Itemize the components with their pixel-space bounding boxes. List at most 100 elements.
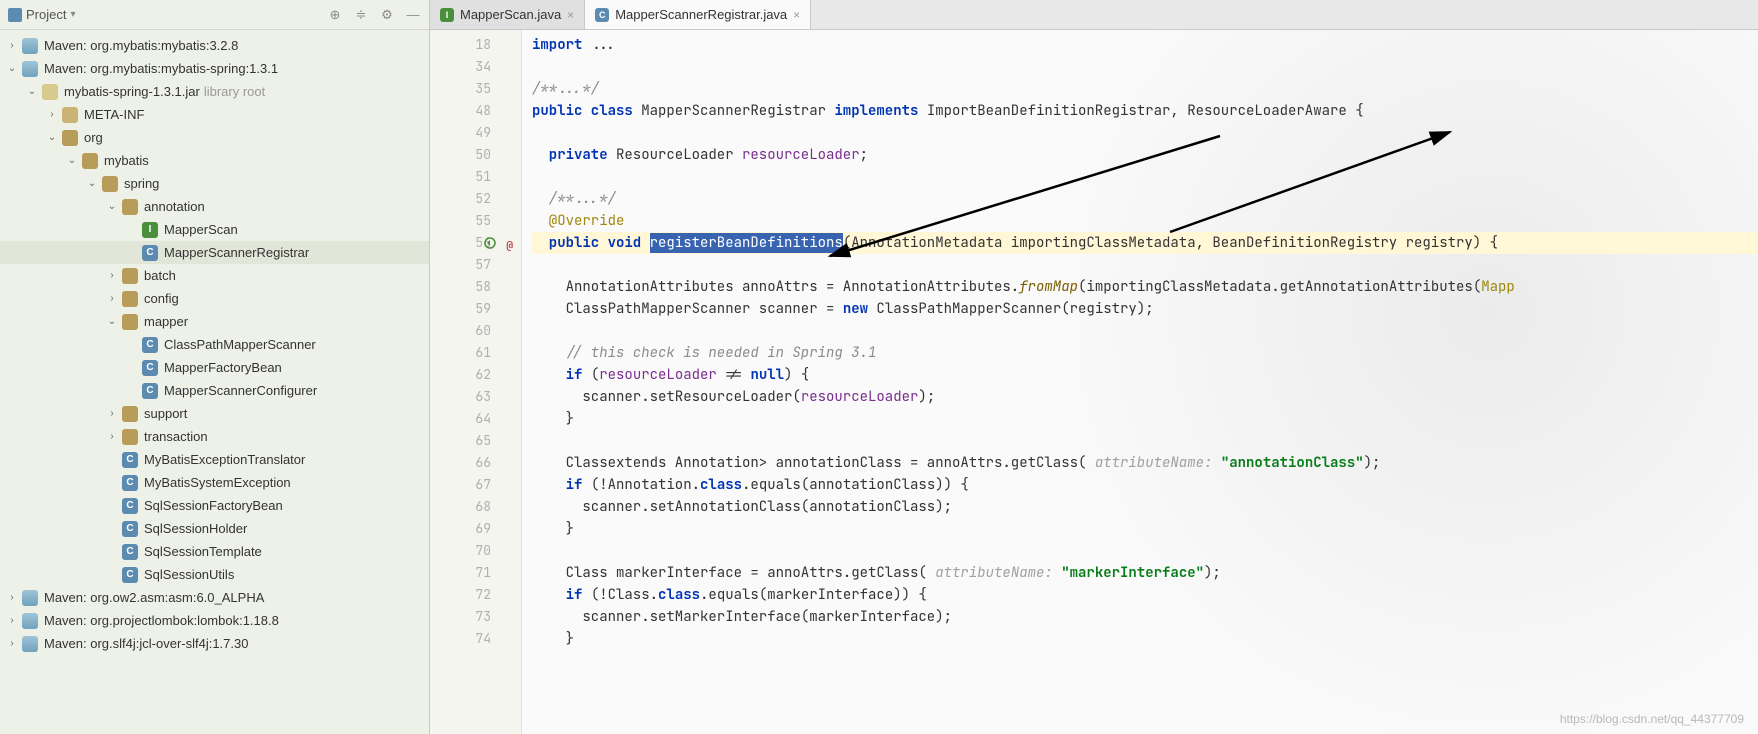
tree-node-maven-org-mybatis-mybatis-3-2-8[interactable]: ›Maven: org.mybatis:mybatis:3.2.8 <box>0 34 429 57</box>
expand-icon[interactable]: › <box>106 293 118 305</box>
tree-node-maven-org-projectlombok-lombok-1-18-8[interactable]: ›Maven: org.projectlombok:lombok:1.18.8 <box>0 609 429 632</box>
tree-label: Maven: org.slf4j:jcl-over-slf4j:1.7.30 <box>44 636 248 651</box>
expand-icon[interactable]: ⌄ <box>6 63 18 75</box>
pkg-icon <box>82 153 98 169</box>
code-line[interactable]: // this check is needed in Spring 3.1 <box>532 342 1758 364</box>
code-line[interactable]: if (!Class.class.equals(markerInterface)… <box>532 584 1758 606</box>
tree-node-mapperscan[interactable]: IMapperScan <box>0 218 429 241</box>
tree-node-maven-org-mybatis-mybatis-spring-1-3-1[interactable]: ⌄Maven: org.mybatis:mybatis-spring:1.3.1 <box>0 57 429 80</box>
code-line[interactable]: scanner.setMarkerInterface(markerInterfa… <box>532 606 1758 628</box>
tree-node-sqlsessiontemplate[interactable]: CSqlSessionTemplate <box>0 540 429 563</box>
tree-node-sqlsessionutils[interactable]: CSqlSessionUtils <box>0 563 429 586</box>
minimize-icon[interactable]: — <box>405 7 421 23</box>
tree-label: annotation <box>144 199 205 214</box>
code-line[interactable]: if (resourceLoader != null) { <box>532 364 1758 386</box>
implements-gutter-icon[interactable]: @ <box>499 235 513 249</box>
tree-node-maven-org-slf4j-jcl-over-slf4j-1-7-30[interactable]: › Maven: org.slf4j:jcl-over-slf4j:1.7.30 <box>0 632 429 655</box>
tree-node-annotation[interactable]: ⌄ annotation <box>0 195 429 218</box>
code-line[interactable]: scanner.setResourceLoader(resourceLoader… <box>532 386 1758 408</box>
tree-node-classpathmapperscanner[interactable]: CClassPathMapperScanner <box>0 333 429 356</box>
tree-node-mapperfactorybean[interactable]: CMapperFactoryBean <box>0 356 429 379</box>
expand-icon <box>106 569 118 581</box>
tree-node-spring[interactable]: ⌄spring <box>0 172 429 195</box>
code-line[interactable] <box>532 254 1758 276</box>
expand-icon <box>106 477 118 489</box>
jar-icon <box>42 84 58 100</box>
code-line[interactable]: /**...*/ <box>532 188 1758 210</box>
code-line[interactable]: if (!Annotation.class.equals(annotationC… <box>532 474 1758 496</box>
code-line[interactable]: /**...*/ <box>532 78 1758 100</box>
project-tree[interactable]: ›Maven: org.mybatis:mybatis:3.2.8⌄Maven:… <box>0 30 429 734</box>
project-sidebar: Project ▾ ⊕ ≑ ⚙ — ›Maven: org.mybatis:my… <box>0 0 430 734</box>
expand-icon[interactable]: ⌄ <box>106 201 118 213</box>
tree-node-org[interactable]: ⌄org <box>0 126 429 149</box>
override-gutter-icon[interactable] <box>483 235 497 249</box>
code-line[interactable] <box>532 320 1758 342</box>
tree-node-mybatisexceptiontranslator[interactable]: CMyBatisExceptionTranslator <box>0 448 429 471</box>
code-line[interactable]: public class MapperScannerRegistrar impl… <box>532 100 1758 122</box>
tab-mapperscannerregistrar-java[interactable]: CMapperScannerRegistrar.java× <box>585 0 811 29</box>
tree-node-mapperscannerconfigurer[interactable]: CMapperScannerConfigurer <box>0 379 429 402</box>
tree-node-sqlsessionholder[interactable]: CSqlSessionHolder <box>0 517 429 540</box>
tree-hint: library root <box>204 84 265 99</box>
tree-node-batch[interactable]: ›batch <box>0 264 429 287</box>
tab-mapperscan-java[interactable]: IMapperScan.java× <box>430 0 585 29</box>
code-line[interactable] <box>532 430 1758 452</box>
code-line[interactable]: } <box>532 408 1758 430</box>
tree-node-mybatissystemexception[interactable]: CMyBatisSystemException <box>0 471 429 494</box>
expand-icon[interactable]: › <box>46 109 58 121</box>
expand-icon[interactable]: ⌄ <box>106 316 118 328</box>
code-line[interactable]: } <box>532 628 1758 650</box>
code-line[interactable] <box>532 540 1758 562</box>
code-content[interactable]: import ... /**...*/public class MapperSc… <box>522 30 1758 734</box>
expand-icon[interactable]: › <box>6 615 18 627</box>
locate-icon[interactable]: ⊕ <box>327 7 343 23</box>
tree-node-mapper[interactable]: ⌄mapper <box>0 310 429 333</box>
code-line[interactable]: public void registerBeanDefinitions(Anno… <box>532 232 1758 254</box>
expand-icon[interactable]: › <box>106 408 118 420</box>
code-line[interactable]: AnnotationAttributes annoAttrs = Annotat… <box>532 276 1758 298</box>
expand-icon[interactable]: ⌄ <box>26 86 38 98</box>
expand-icon[interactable]: › <box>106 270 118 282</box>
tree-node-sqlsessionfactorybean[interactable]: CSqlSessionFactoryBean <box>0 494 429 517</box>
gear-icon[interactable]: ⚙ <box>379 7 395 23</box>
tree-node-maven-org-ow2-asm-asm-6-0-alpha[interactable]: ›Maven: org.ow2.asm:asm:6.0_ALPHA <box>0 586 429 609</box>
code-line[interactable]: Class markerInterface = annoAttrs.getCla… <box>532 562 1758 584</box>
close-icon[interactable]: × <box>567 8 574 22</box>
expand-icon[interactable]: ⌄ <box>46 132 58 144</box>
code-line[interactable]: ClassPathMapperScanner scanner = new Cla… <box>532 298 1758 320</box>
tree-node-meta-inf[interactable]: ›META-INF <box>0 103 429 126</box>
sidebar-title[interactable]: Project ▾ <box>8 7 76 22</box>
tree-label: config <box>144 291 179 306</box>
collapse-icon[interactable]: ≑ <box>353 7 369 23</box>
line-number: 71 <box>430 562 521 584</box>
code-line[interactable] <box>532 56 1758 78</box>
expand-icon[interactable]: › <box>6 40 18 52</box>
expand-icon[interactable]: ⌄ <box>86 178 98 190</box>
tree-label: MapperScan <box>164 222 238 237</box>
expand-icon[interactable]: › <box>6 592 18 604</box>
tree-node-support[interactable]: ›support <box>0 402 429 425</box>
line-number: 48 <box>430 100 521 122</box>
code-line[interactable]: private ResourceLoader resourceLoader; <box>532 144 1758 166</box>
code-editor[interactable]: 18343548495051525556@5758596061626364656… <box>430 30 1758 734</box>
code-line[interactable]: } <box>532 518 1758 540</box>
tree-node-mapperscannerregistrar[interactable]: CMapperScannerRegistrar <box>0 241 429 264</box>
class-c-icon: C <box>122 521 138 537</box>
code-line[interactable]: scanner.setAnnotationClass(annotationCla… <box>532 496 1758 518</box>
tree-node-mybatis-spring-1-3-1-jar[interactable]: ⌄mybatis-spring-1.3.1.jarlibrary root <box>0 80 429 103</box>
tree-node-mybatis[interactable]: ⌄ mybatis <box>0 149 429 172</box>
code-line[interactable]: Classextends Annotation> annotationClass… <box>532 452 1758 474</box>
line-number: 64 <box>430 408 521 430</box>
tree-node-transaction[interactable]: ›transaction <box>0 425 429 448</box>
tree-node-config[interactable]: › config <box>0 287 429 310</box>
close-icon[interactable]: × <box>793 8 800 22</box>
expand-icon[interactable]: › <box>106 431 118 443</box>
tree-label: mybatis <box>104 153 149 168</box>
code-line[interactable] <box>532 122 1758 144</box>
expand-icon[interactable]: › <box>6 638 18 650</box>
code-line[interactable] <box>532 166 1758 188</box>
code-line[interactable]: import ... <box>532 34 1758 56</box>
code-line[interactable]: @Override <box>532 210 1758 232</box>
expand-icon[interactable]: ⌄ <box>66 155 78 167</box>
